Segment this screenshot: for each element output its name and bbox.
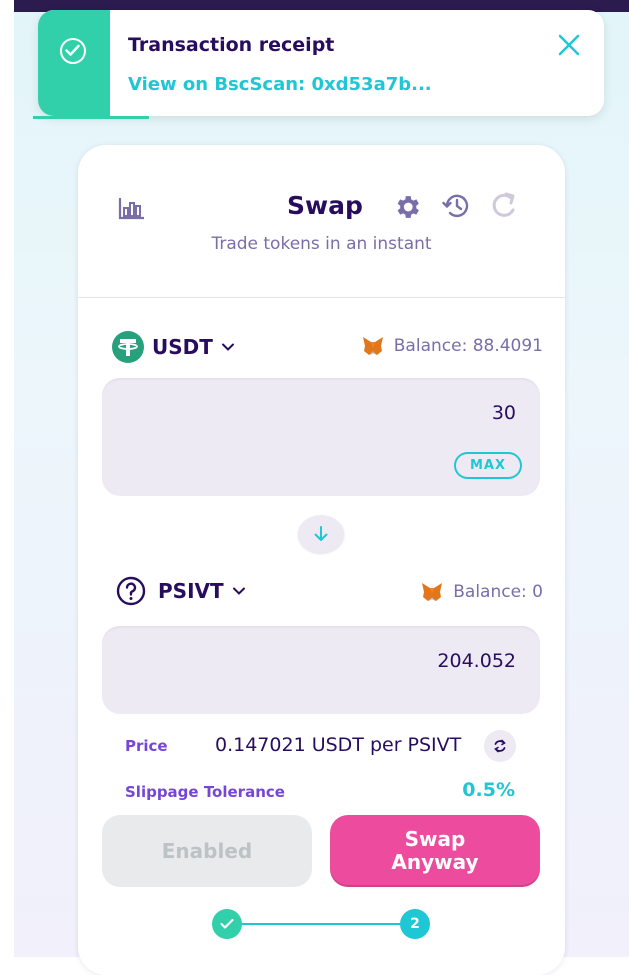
step-1-complete	[212, 909, 242, 939]
check-circle-icon	[60, 38, 86, 64]
to-token-select[interactable]: PSIVT	[116, 576, 246, 606]
left-edge	[0, 0, 14, 957]
toast-progress-bar	[33, 116, 149, 119]
from-token-select[interactable]: USDT	[112, 331, 235, 363]
slippage-value: 0.5%	[462, 779, 515, 801]
to-balance: Balance: 0	[421, 582, 543, 602]
to-token-symbol: PSIVT	[158, 579, 224, 603]
metamask-fox-icon	[422, 583, 443, 601]
from-balance: Balance: 88.4091	[362, 336, 543, 356]
bscscan-link[interactable]: View on BscScan: 0xd53a7b...	[128, 74, 432, 95]
swap-button-line1: Swap	[404, 827, 466, 851]
history-icon[interactable]	[441, 191, 471, 221]
swap-card: Swap Trade tokens in an instant USDT Bal…	[78, 145, 565, 975]
step-2: 2	[400, 909, 430, 939]
swap-anyway-button[interactable]: Swap Anyway	[330, 815, 540, 887]
unknown-token-icon	[116, 576, 146, 606]
metamask-fox-icon	[362, 337, 383, 355]
tether-icon	[112, 331, 144, 363]
from-balance-text: Balance: 88.4091	[393, 336, 543, 356]
check-icon	[220, 918, 234, 929]
toast-accent	[38, 10, 110, 116]
from-token-symbol: USDT	[152, 335, 213, 359]
swap-subtitle: Trade tokens in an instant	[211, 234, 432, 254]
swap-button-line2: Anyway	[391, 850, 479, 874]
transaction-toast: Transaction receipt View on BscScan: 0xd…	[38, 10, 604, 116]
price-label: Price	[125, 737, 168, 755]
gear-icon[interactable]	[392, 192, 422, 222]
switch-direction-button[interactable]	[298, 515, 344, 553]
swap-direction-icon[interactable]	[484, 730, 516, 762]
arrow-down-icon	[314, 526, 328, 541]
price-value: 0.147021 USDT per PSIVT	[215, 734, 462, 756]
stepper-line	[228, 923, 414, 925]
swap-title: Swap	[287, 191, 363, 220]
max-button[interactable]: MAX	[454, 452, 522, 479]
to-balance-text: Balance: 0	[453, 582, 543, 602]
refresh-icon[interactable]	[489, 190, 519, 222]
from-amount-input[interactable]: 30	[492, 402, 516, 424]
to-amount-panel[interactable]: 204.052	[102, 626, 540, 714]
chevron-down-icon	[232, 587, 245, 595]
to-amount-input[interactable]: 204.052	[437, 650, 516, 672]
slippage-label: Slippage Tolerance	[125, 783, 285, 801]
close-icon[interactable]	[556, 32, 582, 58]
from-amount-panel[interactable]: 30 MAX	[102, 378, 540, 496]
toast-title: Transaction receipt	[128, 34, 335, 56]
chevron-down-icon	[221, 343, 234, 351]
chart-icon[interactable]	[118, 196, 146, 220]
enabled-button: Enabled	[102, 815, 312, 887]
card-header: Swap Trade tokens in an instant	[78, 145, 565, 298]
